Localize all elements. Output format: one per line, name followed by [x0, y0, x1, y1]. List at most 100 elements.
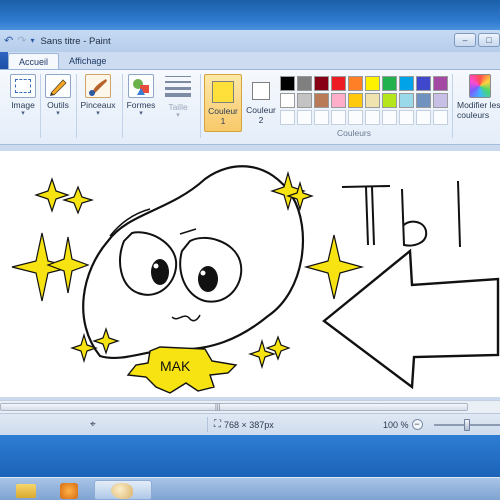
shapes-glyph	[133, 79, 149, 95]
file-menu-button[interactable]	[0, 52, 8, 70]
palette-swatch[interactable]	[382, 76, 397, 91]
divider	[76, 74, 77, 138]
folder-icon	[16, 484, 36, 498]
mak-label: MAK	[160, 358, 191, 374]
palette-swatch[interactable]	[280, 93, 295, 108]
palette-swatch[interactable]	[416, 93, 431, 108]
chevron-down-icon: ▾	[96, 110, 100, 117]
modifier-couleurs-label: Modifier les couleurs	[457, 100, 500, 120]
shapes-icon	[128, 74, 154, 98]
palette-swatch[interactable]	[331, 76, 346, 91]
tab-affichage[interactable]: Affichage	[59, 53, 116, 70]
palette-swatch[interactable]	[365, 76, 380, 91]
zoom-slider-knob[interactable]	[464, 419, 470, 431]
paint-palette-icon	[111, 483, 133, 499]
modifier-couleurs-button[interactable]: Modifier les couleurs	[455, 72, 500, 120]
minimize-button[interactable]: –	[454, 33, 476, 47]
chevron-down-icon: ▾	[56, 110, 60, 117]
palette-swatch[interactable]	[314, 76, 329, 91]
palette-swatch[interactable]	[382, 110, 397, 125]
taskbar-media-button[interactable]	[50, 480, 90, 500]
taskbar-paint-button[interactable]	[94, 480, 152, 500]
palette-swatch[interactable]	[433, 93, 448, 108]
palette-swatch[interactable]	[433, 76, 448, 91]
image-label: Image	[11, 100, 35, 110]
palette-swatch[interactable]	[399, 76, 414, 91]
palette-swatch[interactable]	[314, 110, 329, 125]
undo-icon[interactable]: ↶	[4, 35, 13, 47]
drawing: MAK	[11, 165, 500, 394]
left-eye	[119, 231, 178, 296]
zoom-out-button[interactable]: −	[411, 419, 423, 430]
palette-swatch[interactable]	[280, 110, 295, 125]
formes-label: Formes	[126, 100, 156, 110]
grip-icon: |||	[215, 404, 221, 411]
couleur2-label: Couleur 2	[246, 105, 276, 125]
image-button[interactable]: Image ▾	[6, 72, 40, 118]
divider	[122, 74, 123, 138]
pencil-tools-icon	[45, 74, 71, 98]
formes-button[interactable]: Formes ▾	[124, 72, 158, 118]
horizontal-scrollbar[interactable]: |||	[0, 400, 500, 413]
chevron-down-icon: ▾	[176, 112, 180, 119]
zoom-value: 100 %	[383, 419, 409, 430]
image-size: ⛶ 768 × 387px	[214, 419, 274, 430]
palette-swatch[interactable]	[382, 93, 397, 108]
palette-swatch[interactable]	[365, 93, 380, 108]
palette-swatch[interactable]	[297, 93, 312, 108]
pinceaux-label: Pinceaux	[80, 100, 116, 110]
outils-button[interactable]: Outils ▾	[41, 72, 75, 118]
palette-swatch[interactable]	[348, 93, 363, 108]
media-player-icon	[60, 483, 78, 499]
color-palette	[280, 76, 448, 125]
image-dimensions: 768 × 387px	[224, 419, 274, 430]
mouth-line	[171, 314, 201, 322]
palette-swatch[interactable]	[399, 110, 414, 125]
arrow-outline	[322, 248, 500, 390]
desktop-background-bottom	[0, 435, 500, 477]
couleur1-swatch	[212, 81, 234, 103]
image-size-icon: ⛶	[214, 419, 221, 430]
couleur1-button[interactable]: Couleur 1	[204, 74, 242, 132]
tab-accueil[interactable]: Accueil	[8, 53, 60, 70]
pinceaux-button[interactable]: Pinceaux ▾	[78, 72, 118, 118]
pencil-icon	[50, 79, 67, 96]
palette-swatch[interactable]	[348, 110, 363, 125]
maximize-button[interactable]: □	[478, 33, 500, 47]
color-wheel-icon	[469, 74, 491, 98]
customize-arrow-icon[interactable]: ▾	[30, 35, 34, 47]
palette-swatch[interactable]	[416, 110, 431, 125]
scrollbar-thumb[interactable]: |||	[0, 403, 468, 411]
palette-swatch[interactable]	[348, 76, 363, 91]
divider	[452, 74, 453, 138]
drawing-canvas[interactable]: MAK	[0, 151, 500, 397]
chevron-down-icon: ▾	[139, 110, 143, 117]
taskbar-explorer-button[interactable]	[6, 480, 46, 500]
palette-swatch[interactable]	[314, 93, 329, 108]
couleur1-label: Couleur 1	[208, 106, 238, 126]
divider	[200, 74, 201, 138]
ribbon: Image ▾ Outils ▾ Pinceaux ▾ Formes ▾ Tai…	[0, 69, 500, 145]
palette-swatch[interactable]	[399, 93, 414, 108]
couleur2-button[interactable]: Couleur 2	[242, 74, 280, 132]
palette-swatch[interactable]	[297, 110, 312, 125]
taskbar	[0, 477, 500, 500]
palette-swatch[interactable]	[433, 110, 448, 125]
canvas-area: MAK	[0, 145, 500, 400]
palette-swatch[interactable]	[297, 76, 312, 91]
cursor-position: ⌖	[90, 419, 96, 430]
right-eye	[179, 236, 243, 303]
palette-swatch[interactable]	[331, 110, 346, 125]
ribbon-tabs: Accueil Affichage	[0, 52, 500, 70]
palette-swatch[interactable]	[280, 76, 295, 91]
couleurs-group-label: Couleurs	[337, 128, 372, 138]
palette-swatch[interactable]	[416, 76, 431, 91]
divider	[207, 417, 208, 432]
palette-swatch[interactable]	[331, 93, 346, 108]
palette-swatch[interactable]	[365, 110, 380, 125]
quick-access-toolbar: ↶ ↷ ▾	[0, 35, 34, 47]
handwritten-tbl	[341, 180, 461, 248]
redo-icon[interactable]: ↷	[17, 35, 26, 47]
status-bar: ⌖ ⛶ 768 × 387px 100 % −	[0, 413, 500, 435]
couleur2-swatch	[252, 82, 270, 100]
